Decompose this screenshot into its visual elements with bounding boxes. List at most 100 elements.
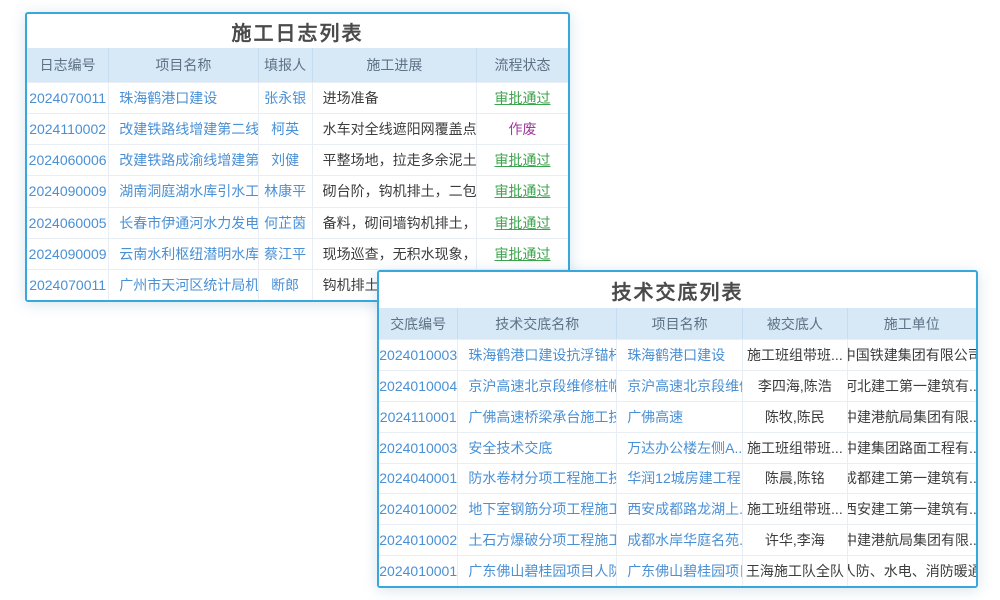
disclosure-unit-text: 人防、水电、消防暖通 bbox=[848, 556, 976, 586]
disclosure-project-link[interactable]: 万达办公楼左侧A... bbox=[617, 433, 743, 463]
column-header-log-id: 日志编号 bbox=[27, 48, 109, 82]
column-header-project-name: 项目名称 bbox=[109, 48, 258, 82]
disclosure-name-link[interactable]: 安全技术交底 bbox=[458, 433, 617, 463]
log-id-link[interactable]: 2024070011 bbox=[27, 83, 109, 113]
table-row: 2024040001 防水卷材分项工程施工技... 华润12城房建工程... 陈… bbox=[379, 463, 976, 494]
disclosure-name-link[interactable]: 土石方爆破分项工程施工... bbox=[458, 525, 617, 555]
technical-disclosure-header-row: 交底编号 技术交底名称 项目名称 被交底人 施工单位 bbox=[379, 308, 976, 339]
log-project-link[interactable]: 改建铁路成渝线增建第二... bbox=[109, 145, 258, 175]
construction-log-body: 2024070011 珠海鹤港口建设 张永银 进场准备 审批通过 2024110… bbox=[27, 82, 568, 300]
disclosure-unit-text: 中国铁建集团有限公司 bbox=[848, 340, 976, 370]
log-status-link[interactable]: 审批通过 bbox=[477, 176, 568, 206]
log-project-link[interactable]: 云南水利枢纽潜明水库一... bbox=[109, 239, 258, 269]
log-reporter-link[interactable]: 断郎 bbox=[259, 270, 313, 300]
disclosure-unit-text: 西安建工第一建筑有... bbox=[848, 494, 976, 524]
table-row: 2024060005 长春市伊通河水力发电厂... 何芷茵 备料，砌间墙钩机排土… bbox=[27, 207, 568, 238]
disclosure-recipient-text: 施工班组带班... bbox=[743, 340, 847, 370]
log-id-link[interactable]: 2024110002 bbox=[27, 114, 109, 144]
disclosure-id-link[interactable]: 2024040001 bbox=[379, 464, 458, 494]
log-id-link[interactable]: 2024070011 bbox=[27, 270, 109, 300]
log-reporter-link[interactable]: 柯英 bbox=[259, 114, 313, 144]
disclosure-project-link[interactable]: 广东佛山碧桂园项目 bbox=[617, 556, 743, 586]
disclosure-id-link[interactable]: 2024010003 bbox=[379, 433, 458, 463]
log-reporter-link[interactable]: 张永银 bbox=[259, 83, 313, 113]
technical-disclosure-title: 技术交底列表 bbox=[379, 272, 976, 308]
column-header-unit: 施工单位 bbox=[848, 308, 976, 339]
technical-disclosure-body: 2024010003 珠海鹤港口建设抗浮锚杆... 珠海鹤港口建设 施工班组带班… bbox=[379, 339, 976, 586]
column-header-disclosure-id: 交底编号 bbox=[379, 308, 458, 339]
log-status-link[interactable]: 审批通过 bbox=[477, 83, 568, 113]
column-header-disclosure-name: 技术交底名称 bbox=[458, 308, 617, 339]
table-row: 2024090009 云南水利枢纽潜明水库一... 蔡江平 现场巡查，无积水现象… bbox=[27, 238, 568, 269]
column-header-project-name: 项目名称 bbox=[617, 308, 743, 339]
disclosure-id-link[interactable]: 2024010002 bbox=[379, 494, 458, 524]
disclosure-project-link[interactable]: 成都水岸华庭名苑... bbox=[617, 525, 743, 555]
log-id-link[interactable]: 2024060005 bbox=[27, 208, 109, 238]
log-project-link[interactable]: 湖南洞庭湖水库引水工程... bbox=[109, 176, 258, 206]
log-project-link[interactable]: 改建铁路线增建第二线直... bbox=[109, 114, 258, 144]
table-row: 2024010003 珠海鹤港口建设抗浮锚杆... 珠海鹤港口建设 施工班组带班… bbox=[379, 339, 976, 370]
disclosure-id-link[interactable]: 2024110001 bbox=[379, 402, 458, 432]
column-header-recipient: 被交底人 bbox=[743, 308, 847, 339]
disclosure-unit-text: 中建港航局集团有限... bbox=[848, 525, 976, 555]
table-row: 2024110002 改建铁路线增建第二线直... 柯英 水车对全线遮阳网覆盖点… bbox=[27, 113, 568, 144]
disclosure-name-link[interactable]: 广东佛山碧桂园项目人防... bbox=[458, 556, 617, 586]
disclosure-name-link[interactable]: 地下室钢筋分项工程施工... bbox=[458, 494, 617, 524]
disclosure-id-link[interactable]: 2024010001 bbox=[379, 556, 458, 586]
disclosure-unit-text: 成都建工第一建筑有... bbox=[848, 464, 976, 494]
log-status-link[interactable]: 作废 bbox=[477, 114, 568, 144]
disclosure-recipient-text: 陈晨,陈铭 bbox=[743, 464, 847, 494]
log-status-link[interactable]: 审批通过 bbox=[477, 208, 568, 238]
log-progress-text: 砌台阶，钩机排土，二包砌... bbox=[313, 176, 477, 206]
disclosure-project-link[interactable]: 广佛高速 bbox=[617, 402, 743, 432]
table-row: 2024070011 珠海鹤港口建设 张永银 进场准备 审批通过 bbox=[27, 82, 568, 113]
disclosure-id-link[interactable]: 2024010002 bbox=[379, 525, 458, 555]
construction-log-title: 施工日志列表 bbox=[27, 14, 568, 48]
disclosure-project-link[interactable]: 珠海鹤港口建设 bbox=[617, 340, 743, 370]
disclosure-recipient-text: 许华,李海 bbox=[743, 525, 847, 555]
column-header-flow-status: 流程状态 bbox=[477, 48, 568, 82]
disclosure-name-link[interactable]: 广佛高速桥梁承台施工技... bbox=[458, 402, 617, 432]
log-progress-text: 备料，砌间墙钩机排土，瓦... bbox=[313, 208, 477, 238]
log-reporter-link[interactable]: 何芷茵 bbox=[259, 208, 313, 238]
disclosure-recipient-text: 施工班组带班... bbox=[743, 433, 847, 463]
disclosure-name-link[interactable]: 京沪高速北京段维修桩帽... bbox=[458, 371, 617, 401]
column-header-reporter: 填报人 bbox=[259, 48, 313, 82]
table-row: 2024010002 地下室钢筋分项工程施工... 西安成都路龙湖上... 施工… bbox=[379, 493, 976, 524]
log-id-link[interactable]: 2024060006 bbox=[27, 145, 109, 175]
desktop-background: { "colors": { "window_border": "#38a8dc"… bbox=[0, 0, 1000, 600]
disclosure-name-link[interactable]: 珠海鹤港口建设抗浮锚杆... bbox=[458, 340, 617, 370]
table-row: 2024010002 土石方爆破分项工程施工... 成都水岸华庭名苑... 许华… bbox=[379, 524, 976, 555]
table-row: 2024060006 改建铁路成渝线增建第二... 刘健 平整场地，拉走多余泥土… bbox=[27, 144, 568, 175]
table-row: 2024110001 广佛高速桥梁承台施工技... 广佛高速 陈牧,陈民 中建港… bbox=[379, 401, 976, 432]
disclosure-name-link[interactable]: 防水卷材分项工程施工技... bbox=[458, 464, 617, 494]
disclosure-project-link[interactable]: 华润12城房建工程... bbox=[617, 464, 743, 494]
log-reporter-link[interactable]: 刘健 bbox=[259, 145, 313, 175]
log-project-link[interactable]: 广州市天河区统计局机房... bbox=[109, 270, 258, 300]
log-progress-text: 平整场地，拉走多余泥土15... bbox=[313, 145, 477, 175]
table-row: 2024010004 京沪高速北京段维修桩帽... 京沪高速北京段维修 李四海,… bbox=[379, 370, 976, 401]
disclosure-recipient-text: 施工班组带班... bbox=[743, 494, 847, 524]
disclosure-id-link[interactable]: 2024010003 bbox=[379, 340, 458, 370]
disclosure-project-link[interactable]: 京沪高速北京段维修 bbox=[617, 371, 743, 401]
table-row: 2024010001 广东佛山碧桂园项目人防... 广东佛山碧桂园项目 王海施工… bbox=[379, 555, 976, 586]
log-progress-text: 进场准备 bbox=[313, 83, 477, 113]
log-project-link[interactable]: 珠海鹤港口建设 bbox=[109, 83, 258, 113]
disclosure-recipient-text: 陈牧,陈民 bbox=[743, 402, 847, 432]
log-reporter-link[interactable]: 林康平 bbox=[259, 176, 313, 206]
disclosure-id-link[interactable]: 2024010004 bbox=[379, 371, 458, 401]
disclosure-project-link[interactable]: 西安成都路龙湖上... bbox=[617, 494, 743, 524]
log-project-link[interactable]: 长春市伊通河水力发电厂... bbox=[109, 208, 258, 238]
construction-log-window: 施工日志列表 日志编号 项目名称 填报人 施工进展 流程状态 202407001… bbox=[25, 12, 570, 302]
column-header-progress: 施工进展 bbox=[313, 48, 477, 82]
disclosure-unit-text: 河北建工第一建筑有... bbox=[848, 371, 976, 401]
log-progress-text: 现场巡查，无积水现象，水... bbox=[313, 239, 477, 269]
log-id-link[interactable]: 2024090009 bbox=[27, 176, 109, 206]
construction-log-header-row: 日志编号 项目名称 填报人 施工进展 流程状态 bbox=[27, 48, 568, 82]
log-status-link[interactable]: 审批通过 bbox=[477, 145, 568, 175]
log-reporter-link[interactable]: 蔡江平 bbox=[259, 239, 313, 269]
table-row: 2024010003 安全技术交底 万达办公楼左侧A... 施工班组带班... … bbox=[379, 432, 976, 463]
log-status-link[interactable]: 审批通过 bbox=[477, 239, 568, 269]
disclosure-recipient-text: 李四海,陈浩 bbox=[743, 371, 847, 401]
log-id-link[interactable]: 2024090009 bbox=[27, 239, 109, 269]
